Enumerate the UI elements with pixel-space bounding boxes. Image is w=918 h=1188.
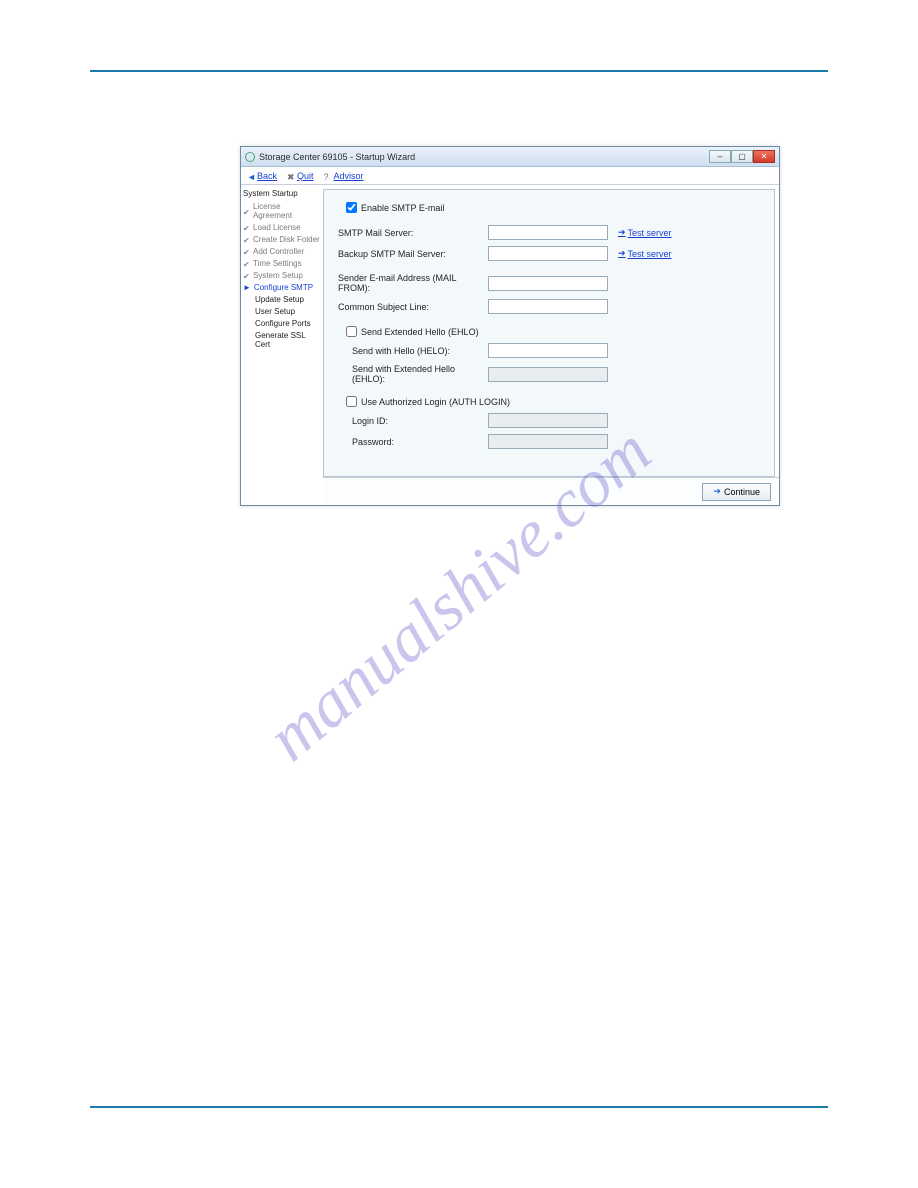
- login-input[interactable]: [488, 413, 608, 428]
- back-label: Back: [257, 171, 277, 181]
- back-link[interactable]: ◄ Back: [247, 171, 277, 181]
- test-server-link-2[interactable]: ➔Test server: [618, 248, 672, 259]
- advisor-label: Advisor: [334, 171, 364, 181]
- password-input[interactable]: [488, 434, 608, 449]
- test-server-link-1[interactable]: ➔Test server: [618, 227, 672, 238]
- continue-button[interactable]: ➔ Continue: [702, 483, 771, 501]
- login-label: Login ID:: [338, 416, 488, 426]
- auth-row: Use Authorized Login (AUTH LOGIN): [346, 396, 760, 407]
- step-add-controller: ✔Add Controller: [243, 247, 321, 256]
- check-icon: ✔: [243, 260, 250, 267]
- smtp-server-label: SMTP Mail Server:: [338, 228, 488, 238]
- bottom-rule: [90, 1106, 828, 1108]
- sender-label: Sender E-mail Address (MAIL FROM):: [338, 273, 488, 293]
- sidebar: System Startup ✔License Agreement ✔Load …: [241, 185, 323, 505]
- startup-wizard-window: Storage Center 69105 - Startup Wizard – …: [240, 146, 780, 506]
- auth-label: Use Authorized Login (AUTH LOGIN): [361, 397, 510, 407]
- backup-server-label: Backup SMTP Mail Server:: [338, 249, 488, 259]
- smtp-server-input[interactable]: [488, 225, 608, 240]
- auth-checkbox[interactable]: [346, 396, 357, 407]
- step-system-setup: ✔System Setup: [243, 271, 321, 280]
- enable-smtp-row: Enable SMTP E-mail: [346, 202, 760, 213]
- minimize-button[interactable]: –: [709, 150, 731, 163]
- quit-link[interactable]: ✖ Quit: [287, 171, 314, 181]
- toolbar: ◄ Back ✖ Quit ? Advisor: [241, 167, 779, 185]
- substep-generate-ssl-cert: Generate SSL Cert: [255, 331, 321, 349]
- helo-label: Send with Hello (HELO):: [338, 346, 488, 356]
- helo-input[interactable]: [488, 343, 608, 358]
- check-icon: ✔: [243, 272, 250, 279]
- check-icon: ✔: [243, 236, 250, 243]
- check-icon: ✔: [243, 224, 250, 231]
- smtp-form-panel: Enable SMTP E-mail SMTP Mail Server: ➔Te…: [323, 189, 775, 477]
- arrow-icon: ►: [243, 283, 251, 292]
- ehlo-send-input[interactable]: [488, 367, 608, 382]
- maximize-button[interactable]: ▢: [731, 150, 753, 163]
- back-arrow-icon: ◄: [247, 172, 255, 180]
- enable-smtp-label: Enable SMTP E-mail: [361, 203, 444, 213]
- quit-icon: ✖: [287, 172, 295, 180]
- step-license-agreement: ✔License Agreement: [243, 202, 321, 220]
- substep-user-setup: User Setup: [255, 307, 321, 316]
- step-time-settings: ✔Time Settings: [243, 259, 321, 268]
- subject-label: Common Subject Line:: [338, 302, 488, 312]
- step-configure-smtp: ►Configure SMTP: [243, 283, 321, 292]
- step-load-license: ✔Load License: [243, 223, 321, 232]
- close-button[interactable]: ✕: [753, 150, 775, 163]
- substep-update-setup: Update Setup: [255, 295, 321, 304]
- substep-configure-ports: Configure Ports: [255, 319, 321, 328]
- password-label: Password:: [338, 437, 488, 447]
- continue-arrow-icon: ➔: [713, 486, 721, 497]
- ehlo-row: Send Extended Hello (EHLO): [346, 326, 760, 337]
- quit-label: Quit: [297, 171, 314, 181]
- ehlo-label: Send Extended Hello (EHLO): [361, 327, 479, 337]
- subject-input[interactable]: [488, 299, 608, 314]
- arrow-icon: ➔: [618, 227, 626, 238]
- window-title: Storage Center 69105 - Startup Wizard: [259, 152, 709, 162]
- sidebar-header: System Startup: [243, 189, 321, 198]
- continue-label: Continue: [724, 487, 760, 497]
- top-rule: [90, 70, 828, 72]
- advisor-icon: ?: [324, 172, 332, 180]
- titlebar: Storage Center 69105 - Startup Wizard – …: [241, 147, 779, 167]
- sender-input[interactable]: [488, 276, 608, 291]
- backup-server-input[interactable]: [488, 246, 608, 261]
- check-icon: ✔: [243, 248, 250, 255]
- ehlo-send-label: Send with Extended Hello (EHLO):: [338, 364, 488, 384]
- window-controls: – ▢ ✕: [709, 150, 775, 163]
- enable-smtp-checkbox[interactable]: [346, 202, 357, 213]
- wizard-footer: ➔ Continue: [323, 477, 779, 505]
- advisor-link[interactable]: ? Advisor: [324, 171, 364, 181]
- app-icon: [245, 152, 255, 162]
- arrow-icon: ➔: [618, 248, 626, 259]
- check-icon: ✔: [243, 208, 250, 215]
- step-create-disk-folder: ✔Create Disk Folder: [243, 235, 321, 244]
- ehlo-checkbox[interactable]: [346, 326, 357, 337]
